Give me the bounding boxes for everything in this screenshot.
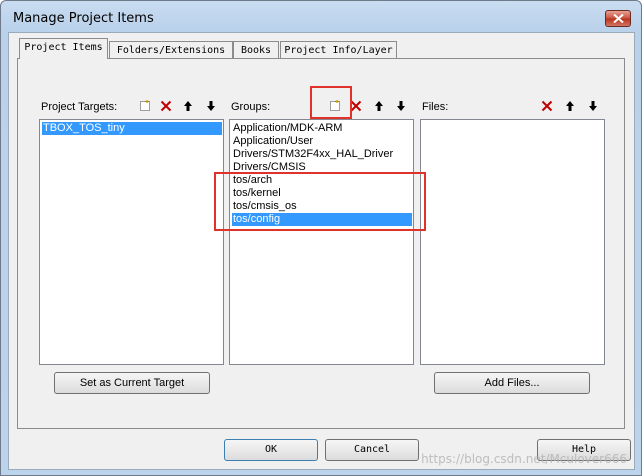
move-file-down-button[interactable]: [585, 97, 601, 114]
close-icon: [613, 14, 624, 23]
watermark-text: https://blog.csdn.net/Mculover666: [421, 452, 627, 466]
arrow-down-icon: [589, 100, 597, 111]
tab-project-items[interactable]: Project Items: [19, 38, 108, 59]
delete-file-button[interactable]: [539, 97, 555, 114]
move-group-up-button[interactable]: [371, 97, 387, 114]
groups-list[interactable]: Application/MDK-ARM Application/User Dri…: [229, 119, 414, 365]
tos-groups-highlight: [214, 172, 426, 231]
manage-project-items-window: Manage Project Items Project Items Folde…: [0, 0, 642, 476]
tab-project-info-layer[interactable]: Project Info/Layer: [280, 41, 397, 58]
add-files-button[interactable]: Add Files...: [434, 372, 590, 394]
tab-folders-extensions[interactable]: Folders/Extensions: [109, 41, 233, 58]
window-title: Manage Project Items: [13, 11, 154, 26]
arrow-up-icon: [375, 100, 383, 111]
move-target-down-button[interactable]: [203, 97, 219, 114]
title-bar[interactable]: Manage Project Items: [1, 1, 641, 33]
dialog-client: Project Items Folders/Extensions Books P…: [8, 32, 635, 470]
new-group-highlight: [310, 86, 352, 119]
new-target-button[interactable]: [137, 97, 153, 114]
set-current-target-button[interactable]: Set as Current Target: [54, 372, 210, 394]
project-targets-list[interactable]: TBOX_TOS_tiny: [39, 119, 224, 365]
arrow-down-icon: [397, 100, 405, 111]
new-item-icon: [140, 99, 150, 111]
groups-label: Groups:: [231, 101, 271, 113]
delete-icon: [541, 100, 553, 111]
list-item-target[interactable]: TBOX_TOS_tiny: [42, 122, 222, 135]
files-list[interactable]: [420, 119, 605, 365]
arrow-up-icon: [184, 100, 192, 111]
move-group-down-button[interactable]: [393, 97, 409, 114]
ok-button[interactable]: OK: [224, 439, 318, 461]
move-file-up-button[interactable]: [562, 97, 578, 114]
delete-icon: [160, 100, 172, 111]
project-targets-label: Project Targets:: [41, 101, 118, 113]
close-button[interactable]: [605, 10, 631, 27]
cancel-button[interactable]: Cancel: [325, 439, 419, 461]
list-item-group[interactable]: Application/MDK-ARM: [232, 122, 342, 135]
files-label: Files:: [422, 101, 449, 113]
tab-books[interactable]: Books: [233, 41, 279, 58]
list-item-group[interactable]: Application/User: [232, 135, 313, 148]
move-target-up-button[interactable]: [180, 97, 196, 114]
delete-target-button[interactable]: [158, 97, 174, 114]
list-item-group[interactable]: Drivers/STM32F4xx_HAL_Driver: [232, 148, 393, 161]
arrow-up-icon: [566, 100, 574, 111]
arrow-down-icon: [207, 100, 215, 111]
